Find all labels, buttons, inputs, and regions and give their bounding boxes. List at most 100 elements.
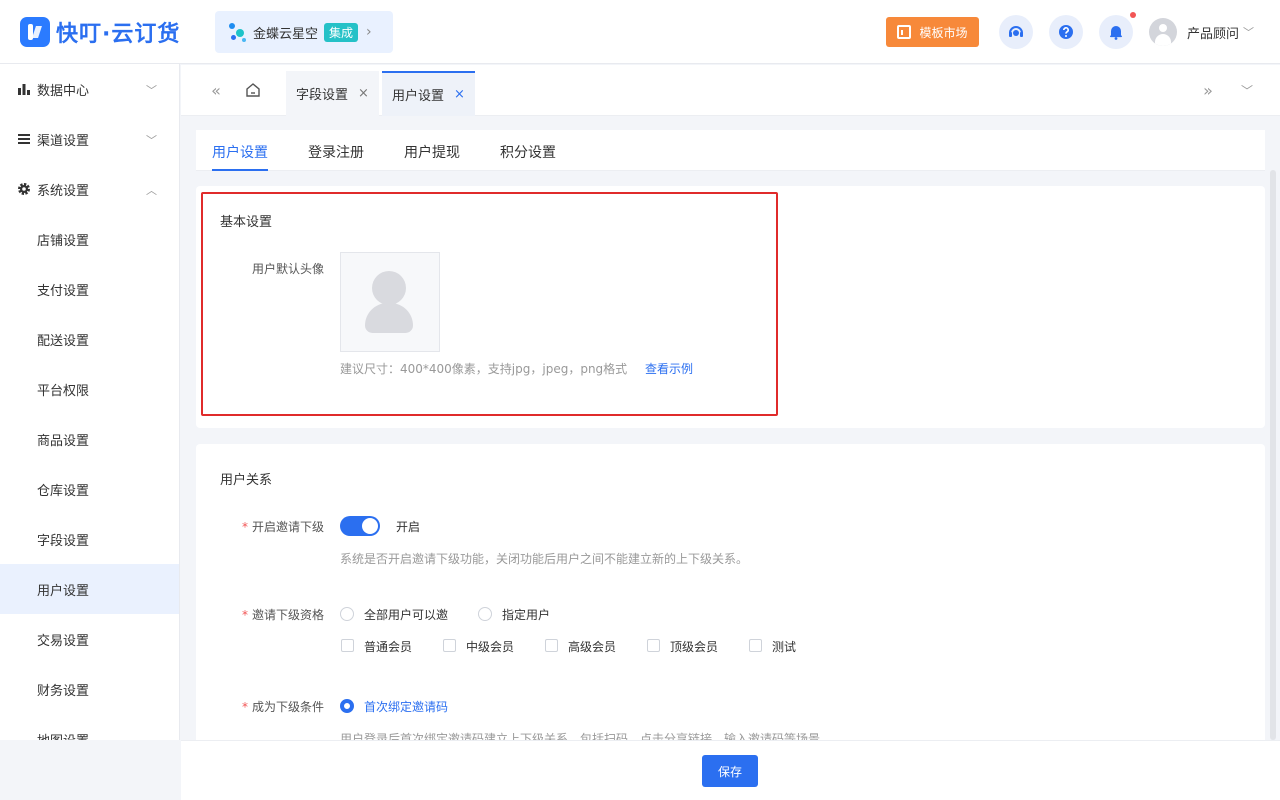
sidebar-item-label: 财务设置 xyxy=(37,683,90,699)
default-avatar-upload[interactable] xyxy=(340,252,440,352)
template-icon xyxy=(897,25,912,39)
required-mark: * xyxy=(241,608,248,622)
radio-label: 指定用户 xyxy=(502,608,551,622)
close-icon[interactable]: × xyxy=(454,87,465,102)
help-button[interactable] xyxy=(1049,15,1083,49)
subtab-login-register[interactable]: 登录注册 xyxy=(308,142,364,162)
question-icon xyxy=(1059,25,1073,39)
checkbox-level[interactable] xyxy=(545,639,558,652)
checkbox-label: 顶级会员 xyxy=(670,640,719,654)
avatar-label: 用户默认头像 xyxy=(251,262,324,276)
user-name: 产品顾问 xyxy=(1187,26,1240,42)
kingdee-logo-icon xyxy=(229,21,249,43)
sidebar-item-finance[interactable]: 财务设置 xyxy=(0,664,179,714)
sidebar-group-data-center[interactable]: 数据中心 ﹀ xyxy=(0,64,179,114)
radio-all-users[interactable] xyxy=(340,607,354,621)
sidebar-item-label: 仓库设置 xyxy=(37,483,90,499)
required-mark: * xyxy=(241,520,248,534)
chevron-down-icon[interactable]: ﹀ xyxy=(1236,79,1258,101)
save-button[interactable]: 保存 xyxy=(702,755,758,787)
sidebar-item-trade[interactable]: 交易设置 xyxy=(0,614,179,664)
invite-label: * 开启邀请下级 xyxy=(226,518,324,535)
checkbox-label: 测试 xyxy=(772,640,797,654)
invite-toggle[interactable] xyxy=(340,516,380,536)
checkbox-level[interactable] xyxy=(749,639,762,652)
sidebar: 数据中心 ﹀ 渠道设置 ﹀ 系统设置 ︿ 店铺设置 支付设置 配送设置 平台权限… xyxy=(0,64,180,740)
sidebar-item-users[interactable]: 用户设置 xyxy=(0,564,179,614)
gear-icon xyxy=(18,183,30,195)
user-placeholder-icon xyxy=(372,271,406,305)
sidebar-item-delivery[interactable]: 配送设置 xyxy=(0,314,179,364)
subtab-withdraw[interactable]: 用户提现 xyxy=(404,142,460,162)
logo-icon xyxy=(20,17,50,47)
condition-label-text: 成为下级条件 xyxy=(251,700,324,714)
template-market-button[interactable]: 模板市场 xyxy=(886,17,979,47)
section-title: 用户关系 xyxy=(220,473,273,488)
user-menu[interactable]: 产品顾问 ﹀ xyxy=(1149,18,1254,46)
checkbox-level[interactable] xyxy=(443,639,456,652)
radio-first-bind[interactable] xyxy=(340,699,354,713)
sidebar-item-label: 用户设置 xyxy=(37,583,90,599)
customer-service-button[interactable] xyxy=(999,15,1033,49)
notification-dot xyxy=(1130,12,1136,18)
sidebar-item-label: 配送设置 xyxy=(37,333,90,349)
scrollbar[interactable] xyxy=(1270,170,1276,740)
sidebar-group-channel[interactable]: 渠道设置 ﹀ xyxy=(0,114,179,164)
checkbox-level[interactable] xyxy=(341,639,354,652)
tab-user-settings[interactable]: 用户设置 × xyxy=(382,71,475,116)
kingdee-integration-banner[interactable]: 金蝶云星空 集成 › xyxy=(215,11,393,53)
sidebar-item-label: 地图设置 xyxy=(37,730,89,741)
radio-specific-users[interactable] xyxy=(478,607,492,621)
sidebar-item-map[interactable]: 地图设置 xyxy=(0,714,179,741)
bar-chart-icon xyxy=(18,84,30,95)
list-icon xyxy=(18,134,30,144)
avatar-size-hint: 建议尺寸：400*400像素，支持jpg，jpeg，png格式 xyxy=(340,362,628,376)
sidebar-group-system[interactable]: 系统设置 ︿ xyxy=(0,164,179,214)
home-button[interactable] xyxy=(242,79,264,101)
close-icon[interactable]: × xyxy=(358,86,369,101)
top-header: 快叮·云订货 金蝶云星空 集成 › 模板市场 产品顾问 ﹀ xyxy=(0,0,1280,64)
radio-label: 全部用户可以邀 xyxy=(364,608,449,622)
scroll-left-icon[interactable]: « xyxy=(205,79,227,101)
bell-icon xyxy=(1110,26,1122,40)
tab-label: 用户设置 xyxy=(392,89,445,104)
chevron-up-icon: ︿ xyxy=(146,184,157,197)
avatar-hint: 建议尺寸：400*400像素，支持jpg，jpeg，png格式 查看示例 xyxy=(340,360,693,377)
sidebar-item-label: 平台权限 xyxy=(37,383,90,399)
qualify-label: * 邀请下级资格 xyxy=(226,606,324,623)
sidebar-item-warehouse[interactable]: 仓库设置 xyxy=(0,464,179,514)
sidebar-item-payment[interactable]: 支付设置 xyxy=(0,264,179,314)
template-market-label: 模板市场 xyxy=(919,25,968,40)
headset-icon xyxy=(1009,26,1023,37)
qualify-label-text: 邀请下级资格 xyxy=(251,608,324,622)
sidebar-group-label: 渠道设置 xyxy=(37,133,90,149)
tab-label: 字段设置 xyxy=(296,88,349,103)
checkbox-level[interactable] xyxy=(647,639,660,652)
scroll-right-icon[interactable]: » xyxy=(1197,79,1219,101)
sidebar-item-permissions[interactable]: 平台权限 xyxy=(0,364,179,414)
home-icon xyxy=(246,83,260,97)
checkbox-label: 高级会员 xyxy=(568,640,617,654)
condition-description: 用户登录后首次绑定邀请码建立上下级关系，包括扫码、点击分享链接、输入邀请码等场景 xyxy=(340,732,821,740)
settings-subtabs: 用户设置 登录注册 用户提现 积分设置 xyxy=(196,130,1265,171)
notification-button[interactable] xyxy=(1099,15,1133,49)
tab-field-settings[interactable]: 字段设置 × xyxy=(286,71,379,116)
subtab-points[interactable]: 积分设置 xyxy=(500,142,556,162)
invite-description: 系统是否开启邀请下级功能，关闭功能后用户之间不能建立新的上下级关系。 xyxy=(340,552,749,566)
kingdee-label: 金蝶云星空 xyxy=(253,26,319,42)
brand-name: 快叮·云订货 xyxy=(56,22,181,47)
chevron-down-icon: ﹀ xyxy=(1243,26,1255,39)
subtab-user-settings[interactable]: 用户设置 xyxy=(212,142,268,171)
chevron-right-icon: › xyxy=(366,24,372,40)
sidebar-item-shop[interactable]: 店铺设置 xyxy=(0,214,179,264)
section-title: 基本设置 xyxy=(220,215,273,230)
avatar xyxy=(1149,18,1177,46)
sidebar-item-fields[interactable]: 字段设置 xyxy=(0,514,179,564)
view-example-link[interactable]: 查看示例 xyxy=(645,362,693,376)
brand-logo[interactable]: 快叮·云订货 xyxy=(20,16,180,48)
sidebar-item-products[interactable]: 商品设置 xyxy=(0,414,179,464)
sidebar-item-label: 商品设置 xyxy=(37,433,90,449)
checkbox-label: 中级会员 xyxy=(466,640,515,654)
sidebar-item-label: 支付设置 xyxy=(37,283,90,299)
invite-label-text: 开启邀请下级 xyxy=(251,520,324,534)
